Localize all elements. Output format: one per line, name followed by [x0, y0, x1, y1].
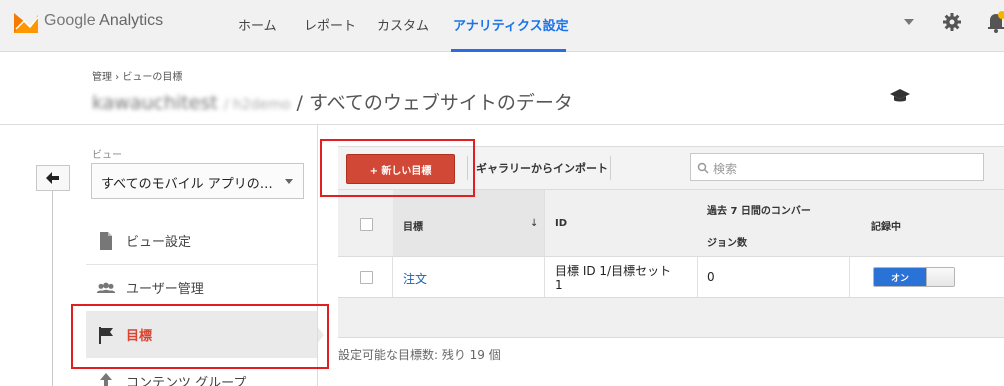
- toggle-on-label: オン: [874, 268, 926, 286]
- gear-icon[interactable]: [942, 12, 962, 32]
- back-button[interactable]: [36, 165, 70, 191]
- top-bar: Google Analytics ホーム レポート カスタム アナリティクス設定: [0, 0, 1004, 52]
- nav-analytics-settings[interactable]: アナリティクス設定: [453, 15, 569, 34]
- header-divider: [0, 124, 1004, 125]
- annotation-box-new-goal: [320, 139, 475, 197]
- select-all-checkbox[interactable]: [360, 218, 373, 231]
- brand-product: Analytics: [99, 12, 164, 29]
- brand-google: Google: [44, 12, 96, 29]
- arrow-left-icon: [46, 172, 59, 184]
- brand-name[interactable]: Google Analytics: [44, 12, 163, 30]
- column-divider: [849, 257, 850, 297]
- recording-toggle[interactable]: オン: [873, 267, 955, 287]
- search-placeholder: 検索: [713, 162, 738, 176]
- view-select[interactable]: すべてのモバイル アプリの…: [91, 163, 304, 199]
- sidebar-item-label: コンテンツ グループ: [126, 376, 247, 386]
- column-divider: [392, 257, 393, 297]
- column-divider: [544, 257, 545, 297]
- property-name-blurred: / h2demo: [223, 97, 291, 113]
- back-connector-line: [52, 191, 53, 386]
- annotation-box-goals-menu: [71, 304, 329, 369]
- conversions-value: 0: [707, 270, 715, 284]
- goal-id-line1: 目標 ID 1/目標セット: [555, 264, 672, 278]
- search-input[interactable]: 検索: [690, 153, 984, 181]
- view-select-value: すべてのモバイル アプリの…: [101, 177, 273, 192]
- nav-reports[interactable]: レポート: [304, 15, 356, 34]
- sidebar-item-view-settings[interactable]: ビュー設定: [86, 217, 317, 264]
- nav-home[interactable]: ホーム: [238, 15, 277, 34]
- sidebar-item-label: ユーザー管理: [126, 282, 204, 297]
- sidebar-item-label: ビュー設定: [126, 235, 192, 250]
- view-name: / すべてのウェブサイトのデータ: [296, 92, 573, 114]
- graduation-cap-icon[interactable]: [889, 88, 911, 104]
- nav-active-underline: [451, 49, 566, 52]
- bell-icon[interactable]: [986, 11, 1004, 33]
- nav-custom[interactable]: カスタム: [377, 15, 429, 34]
- chevron-down-icon[interactable]: [904, 19, 914, 25]
- users-icon: [96, 282, 116, 293]
- document-icon: [100, 232, 112, 250]
- column-divider: [544, 190, 545, 256]
- sort-desc-icon[interactable]: ↓: [530, 218, 538, 229]
- remaining-goals-text: 設定可能な目標数: 残り 19 個: [338, 348, 501, 362]
- row-checkbox[interactable]: [360, 271, 373, 284]
- chevron-down-icon: [285, 179, 293, 184]
- import-from-gallery-button[interactable]: ギャラリーからインポート: [476, 160, 608, 176]
- column-divider: [697, 257, 698, 297]
- goal-id-line2: 1: [555, 278, 563, 292]
- page-title: kawauchitest / h2demo / すべてのウェブサイトのデータ: [92, 88, 573, 115]
- content-group-icon: [100, 373, 112, 386]
- toolbar-separator: [610, 156, 611, 180]
- account-name-blurred: kawauchitest: [92, 92, 218, 114]
- search-icon: [697, 162, 709, 174]
- toggle-knob: [926, 268, 954, 286]
- view-label: ビュー: [92, 150, 122, 161]
- goal-name-link[interactable]: 注文: [403, 270, 427, 287]
- breadcrumb[interactable]: 管理 › ビューの目標: [92, 68, 182, 83]
- analytics-logo-icon[interactable]: [14, 9, 38, 33]
